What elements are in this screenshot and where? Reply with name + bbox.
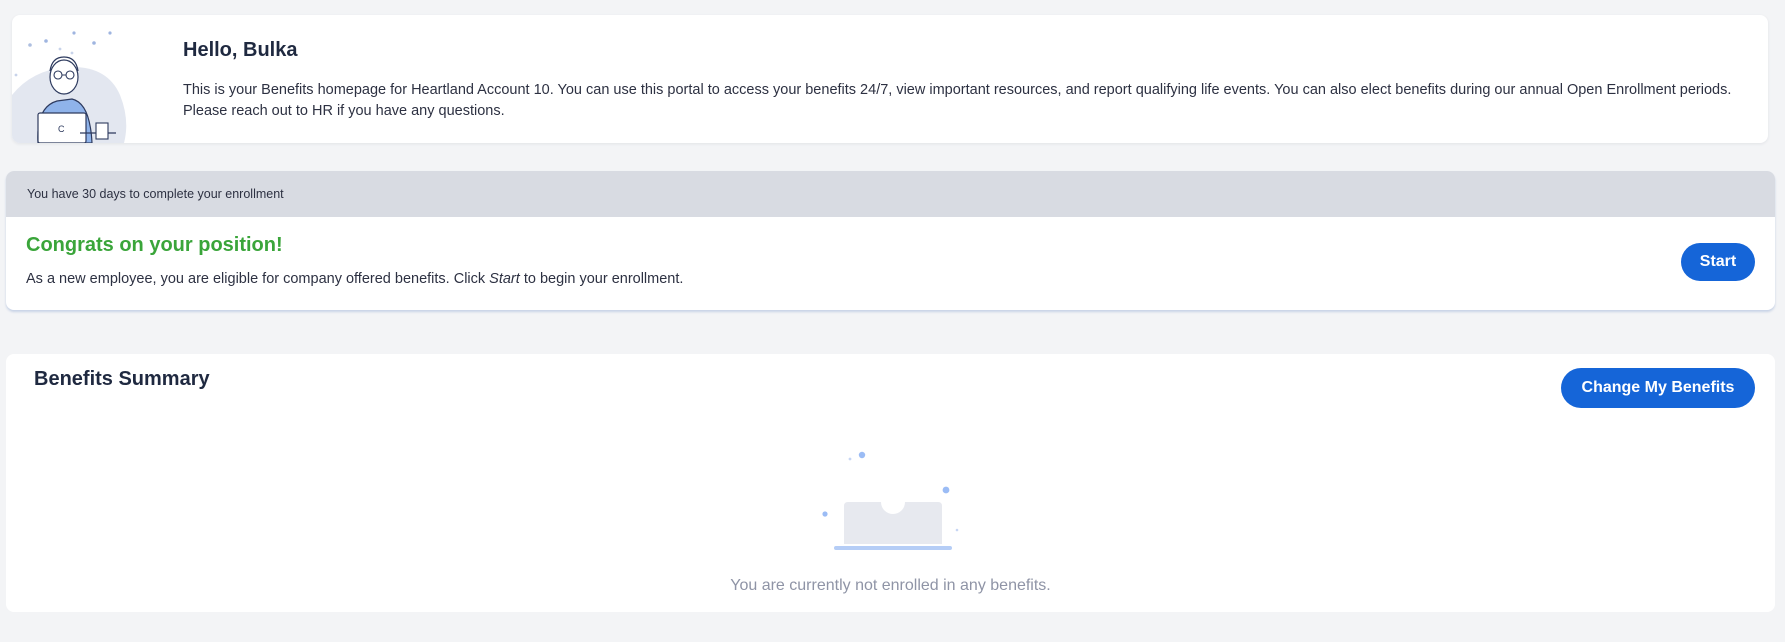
enrollment-card: You have 30 days to complete your enroll…	[6, 171, 1775, 310]
desc-start-emphasis: Start	[489, 271, 520, 287]
empty-box-illustration	[822, 451, 959, 550]
laptop-letter: C	[58, 124, 65, 134]
greeting-heading: Hello, Bulka	[183, 39, 298, 61]
enrollment-deadline-banner: You have 30 days to complete your enroll…	[6, 171, 1775, 217]
empty-benefits-message: You are currently not enrolled in any be…	[730, 577, 1051, 594]
benefits-summary-card: Benefits Summary Change My Benefits You …	[6, 354, 1775, 612]
benefits-summary-title: Benefits Summary	[34, 368, 210, 390]
congrats-heading: Congrats on your position!	[26, 234, 283, 256]
enrollment-deadline-text: You have 30 days to complete your enroll…	[27, 187, 284, 201]
start-enrollment-button[interactable]: Start	[1681, 243, 1755, 281]
intro-text: This is your Benefits homepage for Heart…	[183, 82, 1732, 119]
person-at-laptop-illustration: C	[12, 31, 127, 143]
change-my-benefits-button[interactable]: Change My Benefits	[1561, 368, 1755, 408]
desc-part-1: As a new employee, you are eligible for …	[26, 271, 490, 287]
welcome-card: C Hello, Bulka This is your Benefits hom…	[12, 15, 1768, 143]
enrollment-description: As a new employee, you are eligible for …	[26, 271, 683, 287]
desc-part-2: to begin your enrollment.	[519, 271, 684, 287]
